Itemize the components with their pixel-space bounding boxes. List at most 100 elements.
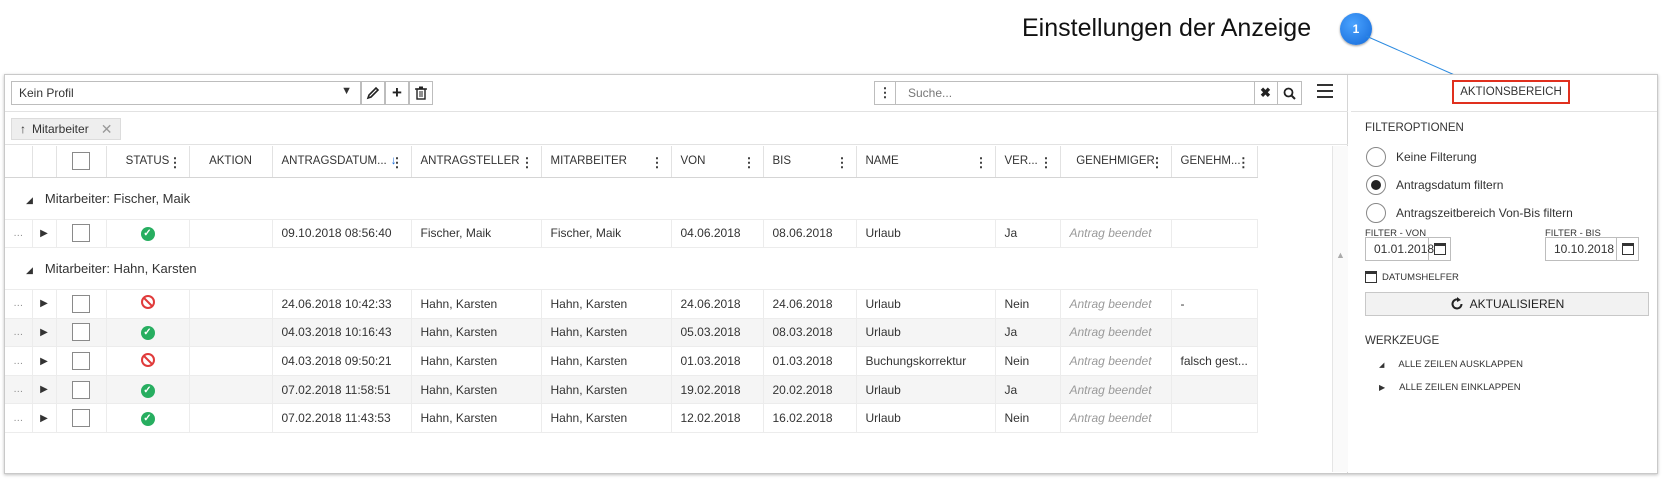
expand-arrow-icon: ◢ <box>1379 361 1385 369</box>
filter-bis-calendar-button[interactable] <box>1617 237 1639 261</box>
search-input[interactable]: Suche... <box>895 81 1255 105</box>
vertical-scrollbar[interactable]: ▲ <box>1332 146 1348 472</box>
radio-button[interactable] <box>1366 147 1386 167</box>
column-menu-icon[interactable]: ⋮ <box>521 155 534 171</box>
grid-header-row: STATUS ⋮ AKTION ANTRAGSDATUM... ↓ ⋮ ANTRAGS… <box>5 146 1258 178</box>
radio-button[interactable] <box>1366 175 1386 195</box>
aktionsbereich-button[interactable]: AKTIONSBEREICH <box>1452 80 1570 104</box>
genehm-cell <box>1171 375 1258 405</box>
radio-filter-antragsdatum[interactable]: Antragsdatum filtern <box>1366 175 1503 195</box>
column-menu-icon[interactable]: ⋮ <box>836 155 849 171</box>
group-row[interactable]: ◢ Mitarbeiter: Fischer, Maik <box>5 177 1258 220</box>
collapse-arrow-icon[interactable]: ◢ <box>26 265 33 276</box>
row-select-cell[interactable] <box>56 289 107 319</box>
search-button[interactable] <box>1278 81 1302 105</box>
column-menu-icon[interactable]: ⋮ <box>169 155 182 171</box>
header-status[interactable]: STATUS ⋮ <box>106 146 190 178</box>
select-all-checkbox[interactable] <box>72 152 90 171</box>
column-menu-icon[interactable]: ⋮ <box>651 155 664 171</box>
expand-row-icon[interactable]: ▶ <box>32 375 57 405</box>
antragsteller-cell: Hahn, Karsten <box>411 289 542 319</box>
row-checkbox[interactable] <box>72 409 90 428</box>
group-row[interactable]: ◢ Mitarbeiter: Hahn, Karsten <box>5 247 1258 291</box>
table-row[interactable]: … ▶ ✓ 09.10.2018 08:56:40 Fischer, Maik … <box>5 219 1258 249</box>
table-row[interactable]: … ▶ 24.06.2018 10:42:33 Hahn, Karsten Ha… <box>5 289 1258 319</box>
row-select-cell[interactable] <box>56 318 107 348</box>
application-window: Kein Profil ▼ + ⋮ Suche... ✖ ↑ Mitarbeit… <box>4 74 1658 474</box>
row-select-cell[interactable] <box>56 375 107 405</box>
header-aktion[interactable]: AKTION <box>189 146 273 178</box>
row-checkbox[interactable] <box>72 294 90 313</box>
edit-profile-button[interactable] <box>361 81 385 105</box>
table-row[interactable]: … ▶ 04.03.2018 09:50:21 Hahn, Karsten Ha… <box>5 346 1258 376</box>
column-menu-icon[interactable]: ⋮ <box>1151 155 1164 171</box>
close-icon[interactable]: ✕ <box>101 121 113 138</box>
ver-cell: Nein <box>995 289 1061 319</box>
header-von[interactable]: VON ⋮ <box>671 146 764 178</box>
action-panel: AKTIONSBEREICH FILTEROPTIONEN Keine Filt… <box>1351 75 1657 473</box>
groupby-chip-label: Mitarbeiter <box>32 122 89 136</box>
expand-row-icon[interactable]: ▶ <box>32 219 57 249</box>
column-menu-icon[interactable]: ⋮ <box>975 155 988 171</box>
clear-search-button[interactable]: ✖ <box>1254 81 1278 105</box>
column-menu-icon[interactable]: ⋮ <box>743 155 756 171</box>
group-row-cell[interactable]: ◢ Mitarbeiter: Fischer, Maik <box>5 177 1258 220</box>
header-antragsteller[interactable]: ANTRAGSTELLER ⋮ <box>411 146 542 178</box>
aktion-cell <box>189 318 273 348</box>
table-row[interactable]: … ▶ ✓ 07.02.2018 11:58:51 Hahn, Karsten … <box>5 375 1258 405</box>
column-menu-icon[interactable]: ⋮ <box>1237 155 1250 171</box>
header-name[interactable]: NAME ⋮ <box>856 146 996 178</box>
groupby-bar: ↑ Mitarbeiter ✕ <box>5 113 1348 145</box>
search-options-button[interactable]: ⋮ <box>874 81 896 105</box>
row-select-cell[interactable] <box>56 403 107 434</box>
refresh-button[interactable]: AKTUALISIEREN <box>1365 292 1649 316</box>
scroll-up-icon[interactable]: ▲ <box>1336 250 1345 260</box>
header-antragsdatum[interactable]: ANTRAGSDATUM... ↓ ⋮ <box>272 146 412 178</box>
row-checkbox[interactable] <box>72 224 90 243</box>
header-mitarbeiter-label: MITARBEITER <box>550 155 627 168</box>
radio-no-filter[interactable]: Keine Filterung <box>1366 147 1477 167</box>
filter-von-input[interactable]: 01.01.2018 <box>1365 237 1434 261</box>
status-approved-icon: ✓ <box>140 383 155 398</box>
radio-filter-zeitbereich[interactable]: Antragszeitbereich Von-Bis filtern <box>1366 203 1573 223</box>
expand-row-icon[interactable]: ▶ <box>32 403 57 434</box>
table-row[interactable]: … ▶ ✓ 04.03.2018 10:16:43 Hahn, Karsten … <box>5 318 1258 348</box>
filter-bis-input[interactable]: 10.10.2018 <box>1545 237 1617 261</box>
column-menu-icon[interactable]: ⋮ <box>1040 155 1053 171</box>
row-checkbox[interactable] <box>72 323 90 342</box>
row-select-cell[interactable] <box>56 219 107 249</box>
mitarbeiter-cell: Hahn, Karsten <box>541 289 672 319</box>
header-genehmiger[interactable]: GENEHMIGER ⋮ <box>1060 146 1172 178</box>
ver-cell: Nein <box>995 346 1061 376</box>
row-checkbox[interactable] <box>72 380 90 399</box>
header-genehm[interactable]: GENEHM... ⋮ <box>1171 146 1258 178</box>
expand-row-icon[interactable]: ▶ <box>32 318 57 348</box>
groupby-chip[interactable]: ↑ Mitarbeiter ✕ <box>11 118 122 140</box>
header-genehmiger-label: GENEHMIGER <box>1076 155 1155 168</box>
group-row-cell[interactable]: ◢ Mitarbeiter: Hahn, Karsten <box>5 247 1258 291</box>
row-select-cell[interactable] <box>56 346 107 376</box>
menu-icon[interactable] <box>1317 84 1333 100</box>
delete-profile-button[interactable] <box>409 81 433 105</box>
header-select-all[interactable] <box>56 146 107 178</box>
header-ver[interactable]: VER... ⋮ <box>995 146 1061 178</box>
antragsdatum-cell: 07.02.2018 11:43:53 <box>272 403 412 434</box>
collapse-arrow-icon[interactable]: ◢ <box>26 195 33 206</box>
header-bis[interactable]: BIS ⋮ <box>763 146 857 178</box>
expand-row-icon[interactable]: ▶ <box>32 289 57 319</box>
table-row[interactable]: … ▶ ✓ 07.02.2018 11:43:53 Hahn, Karsten … <box>5 403 1258 434</box>
radio-button[interactable] <box>1366 203 1386 223</box>
column-menu-icon[interactable]: ⋮ <box>391 155 404 171</box>
expand-all-rows-button[interactable]: ◢ ALLE ZEILEN AUSKLAPPEN <box>1379 359 1523 370</box>
filter-von-calendar-button[interactable] <box>1429 237 1451 261</box>
collapse-all-rows-button[interactable]: ▶ ALLE ZEILEN EINKLAPPEN <box>1379 382 1521 393</box>
profile-select[interactable]: Kein Profil ▼ <box>11 81 361 105</box>
von-cell: 04.06.2018 <box>671 219 764 249</box>
add-profile-button[interactable]: + <box>385 81 409 105</box>
name-cell: Urlaub <box>856 403 996 434</box>
datumshelfer-button[interactable]: DATUMSHELFER <box>1365 271 1459 283</box>
row-checkbox[interactable] <box>72 352 90 371</box>
header-mitarbeiter[interactable]: MITARBEITER ⋮ <box>541 146 672 178</box>
main-panel: Kein Profil ▼ + ⋮ Suche... ✖ ↑ Mitarbeit… <box>5 75 1348 473</box>
expand-row-icon[interactable]: ▶ <box>32 346 57 376</box>
